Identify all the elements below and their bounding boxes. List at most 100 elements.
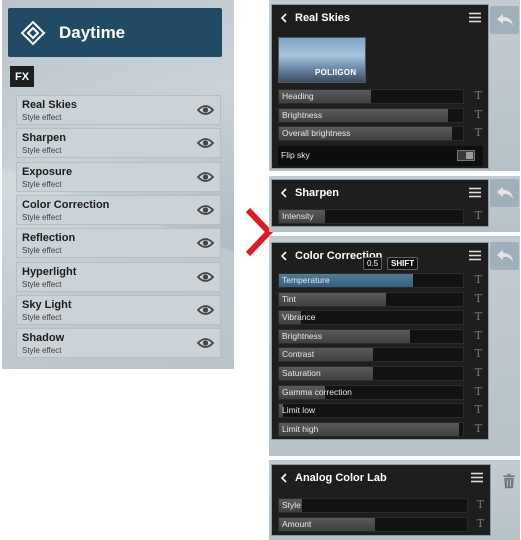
fx-list-item[interactable]: Sharpen Style effect xyxy=(16,128,221,159)
text-input-toggle-icon[interactable]: T xyxy=(475,422,482,435)
fx-item-type: Style effect xyxy=(22,279,62,289)
sharpen-header[interactable]: Sharpen xyxy=(272,180,488,206)
slider[interactable]: Vibrance xyxy=(278,310,464,326)
eye-icon[interactable] xyxy=(197,170,214,184)
fx-list-item[interactable]: Shadow Style effect xyxy=(16,328,221,359)
undo-button[interactable] xyxy=(490,179,519,207)
slider[interactable]: Amount xyxy=(278,516,468,532)
flip-sky-label: Flip sky xyxy=(281,150,310,160)
eye-icon[interactable] xyxy=(197,103,214,117)
menu-icon[interactable] xyxy=(469,12,481,23)
fx-item-name: Hyperlight xyxy=(22,265,77,278)
text-input-toggle-icon[interactable]: T xyxy=(475,403,482,416)
panel-title: Real Skies xyxy=(295,12,351,24)
eye-icon[interactable] xyxy=(197,136,214,150)
menu-icon[interactable] xyxy=(471,472,483,483)
slider[interactable]: Tint xyxy=(278,291,464,307)
text-input-toggle-icon[interactable]: T xyxy=(475,273,482,286)
eye-icon[interactable] xyxy=(197,336,214,350)
slider-label: Contrast xyxy=(282,349,315,360)
slider-label: Heading xyxy=(282,91,314,101)
chevron-left-icon[interactable] xyxy=(280,13,288,23)
fx-badge[interactable]: FX xyxy=(10,66,34,87)
fx-item-name: Sky Light xyxy=(22,298,72,311)
fx-item-type: Style effect xyxy=(22,346,62,356)
text-input-toggle-icon[interactable]: T xyxy=(475,209,482,222)
slider[interactable]: Limit low xyxy=(278,403,464,419)
slider-label: Brightness xyxy=(282,109,323,120)
slider[interactable]: Limit high xyxy=(278,421,464,437)
text-input-toggle-icon[interactable]: T xyxy=(475,310,482,323)
fx-list-item[interactable]: Sky Light Style effect xyxy=(16,294,221,325)
slider[interactable]: Heading xyxy=(278,89,464,104)
fx-list-item[interactable]: Exposure Style effect xyxy=(16,161,221,192)
fx-item-name: Real Skies xyxy=(22,99,78,111)
text-input-toggle-icon[interactable]: T xyxy=(475,89,482,102)
slider[interactable]: Brightness xyxy=(278,107,464,123)
slider-label: Limit high xyxy=(282,423,319,434)
menu-icon[interactable] xyxy=(469,250,481,261)
text-input-toggle-icon[interactable]: T xyxy=(475,385,482,398)
text-input-toggle-icon[interactable]: T xyxy=(475,347,482,360)
slider-label: Amount xyxy=(282,518,312,529)
eye-icon[interactable] xyxy=(197,203,214,217)
slider[interactable]: Temperature xyxy=(278,273,464,288)
slider-label: Style xyxy=(282,500,301,510)
trash-icon xyxy=(502,473,515,489)
fx-item-type: Style effect xyxy=(22,179,62,189)
sky-thumbnail[interactable]: POLIIGON xyxy=(278,37,366,83)
back-arrow-icon xyxy=(496,14,513,26)
fx-item-name: Shadow xyxy=(22,332,65,345)
fx-item-name: Reflection xyxy=(22,232,76,245)
fx-list-item[interactable]: Real Skies Style effect xyxy=(16,95,221,125)
slider[interactable]: Brightness xyxy=(278,328,464,344)
panel-title: Analog Color Lab xyxy=(295,472,387,484)
fx-item-type: Style effect xyxy=(22,146,62,156)
fx-item-type: Style effect xyxy=(22,212,62,222)
fx-list-item[interactable]: Hyperlight Style effect xyxy=(16,261,221,292)
slider-label: Overall brightness xyxy=(282,128,351,139)
eye-icon[interactable] xyxy=(197,303,214,317)
undo-button[interactable] xyxy=(490,6,519,34)
text-input-toggle-icon[interactable]: T xyxy=(477,517,484,530)
flip-sky-toggle[interactable] xyxy=(457,150,475,161)
fx-item-type: Style effect xyxy=(22,246,62,256)
slider-label: Limit low xyxy=(282,405,316,416)
color-correction-panel: Color Correction Temperature T Tint T Vibran… xyxy=(271,242,489,440)
fx-item-name: Color Correction xyxy=(22,198,110,211)
fx-item-type: Style effect xyxy=(22,312,62,322)
slider[interactable]: Saturation xyxy=(278,366,464,381)
chevron-left-icon[interactable] xyxy=(280,251,288,261)
real-skies-header[interactable]: Real Skies xyxy=(272,5,488,31)
text-input-toggle-icon[interactable]: T xyxy=(477,498,484,511)
delete-button[interactable] xyxy=(494,467,521,495)
slider[interactable]: Contrast xyxy=(278,347,464,363)
fx-list-item[interactable]: Color Correction Style effect xyxy=(16,194,221,225)
undo-button[interactable] xyxy=(490,242,519,270)
text-input-toggle-icon[interactable]: T xyxy=(475,366,482,379)
effects-panel: Daytime FX Real Skies Style effect Sharpen… xyxy=(2,0,234,369)
menu-icon[interactable] xyxy=(469,187,481,198)
back-arrow-icon xyxy=(496,187,513,199)
fx-item-type: Style effect xyxy=(22,113,62,122)
flip-sky-row: Flip sky xyxy=(278,146,483,166)
fx-item-name: Exposure xyxy=(22,165,73,178)
real-skies-panel: Real Skies POLIIGON Heading T Brightness T O… xyxy=(271,4,489,169)
fx-list-item[interactable]: Reflection Style effect xyxy=(16,228,221,259)
slider-label: Tint xyxy=(282,293,296,304)
slider[interactable]: Intensity xyxy=(278,209,464,224)
text-input-toggle-icon[interactable]: T xyxy=(475,292,482,305)
slider[interactable]: Overall brightness xyxy=(278,126,464,142)
chevron-left-icon[interactable] xyxy=(280,473,288,483)
analog-color-lab-header[interactable]: Analog Color Lab xyxy=(272,465,490,491)
text-input-toggle-icon[interactable]: T xyxy=(475,108,482,121)
chevron-left-icon[interactable] xyxy=(280,188,288,198)
style-header[interactable]: Daytime xyxy=(8,8,222,57)
toggle-knob xyxy=(466,152,473,159)
text-input-toggle-icon[interactable]: T xyxy=(475,126,482,139)
eye-icon[interactable] xyxy=(197,236,214,250)
text-input-toggle-icon[interactable]: T xyxy=(475,329,482,342)
slider[interactable]: Gamma correction xyxy=(278,384,464,400)
slider[interactable]: Style xyxy=(278,498,468,513)
eye-icon[interactable] xyxy=(197,270,214,284)
